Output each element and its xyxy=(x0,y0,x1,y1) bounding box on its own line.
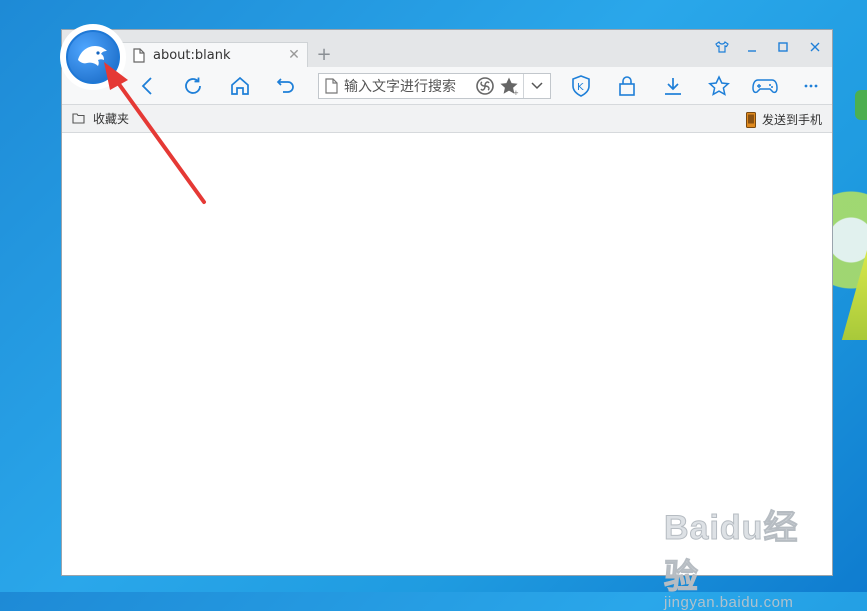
fan-icon[interactable] xyxy=(475,76,495,96)
favorites-button[interactable]: 收藏夹 xyxy=(72,110,129,127)
browser-window: about:blank ✕ + 输入文字进行搜索 + K 收藏夹 发送到手机 xyxy=(60,24,833,576)
shield-k-icon[interactable]: K xyxy=(567,72,595,100)
address-input[interactable]: 输入文字进行搜索 xyxy=(344,76,475,96)
phone-icon xyxy=(745,111,756,128)
star-icon[interactable] xyxy=(705,72,733,100)
tab-close-icon[interactable]: ✕ xyxy=(285,46,303,64)
home-icon[interactable] xyxy=(226,72,254,100)
download-icon[interactable] xyxy=(659,72,687,100)
bookmark-star-icon[interactable]: + xyxy=(499,76,519,96)
chevron-down-icon[interactable] xyxy=(523,74,550,98)
svg-text:+: + xyxy=(513,89,519,96)
new-tab-button[interactable]: + xyxy=(314,44,334,65)
desktop-wallpaper-detail xyxy=(855,90,867,120)
bookmarks-bar: 收藏夹 发送到手机 xyxy=(62,105,832,133)
address-bar[interactable]: 输入文字进行搜索 + xyxy=(318,73,551,99)
undo-icon[interactable] xyxy=(272,72,300,100)
refresh-icon[interactable] xyxy=(179,72,207,100)
browser-menu-button[interactable] xyxy=(60,24,126,90)
page-icon xyxy=(325,78,338,94)
send-to-phone-label: 发送到手机 xyxy=(761,113,822,127)
tab-about-blank[interactable]: about:blank ✕ xyxy=(120,42,308,67)
baidu-jingyan-watermark: Baidu经验 jingyan.baidu.com xyxy=(664,500,824,611)
navigation-toolbar: 输入文字进行搜索 + K xyxy=(62,67,832,105)
skin-icon[interactable] xyxy=(709,36,735,58)
cheetah-logo-icon xyxy=(66,30,120,84)
lock-icon[interactable] xyxy=(613,72,641,100)
watermark-main: Baidu经验 xyxy=(664,509,799,597)
svg-text:K: K xyxy=(577,82,584,93)
more-icon[interactable] xyxy=(797,72,825,100)
close-icon[interactable] xyxy=(802,36,828,58)
title-bar: about:blank ✕ + xyxy=(62,30,832,67)
back-icon[interactable] xyxy=(134,72,162,100)
watermark-sub: jingyan.baidu.com xyxy=(664,594,794,611)
gamepad-icon[interactable] xyxy=(751,72,779,100)
minimize-icon[interactable] xyxy=(739,36,765,58)
favorites-label: 收藏夹 xyxy=(93,112,130,126)
send-to-phone-button[interactable]: 发送到手机 xyxy=(745,111,822,128)
tab-title: about:blank xyxy=(153,47,231,63)
folder-icon xyxy=(72,113,85,124)
page-icon xyxy=(131,47,147,63)
maximize-icon[interactable] xyxy=(770,36,796,58)
